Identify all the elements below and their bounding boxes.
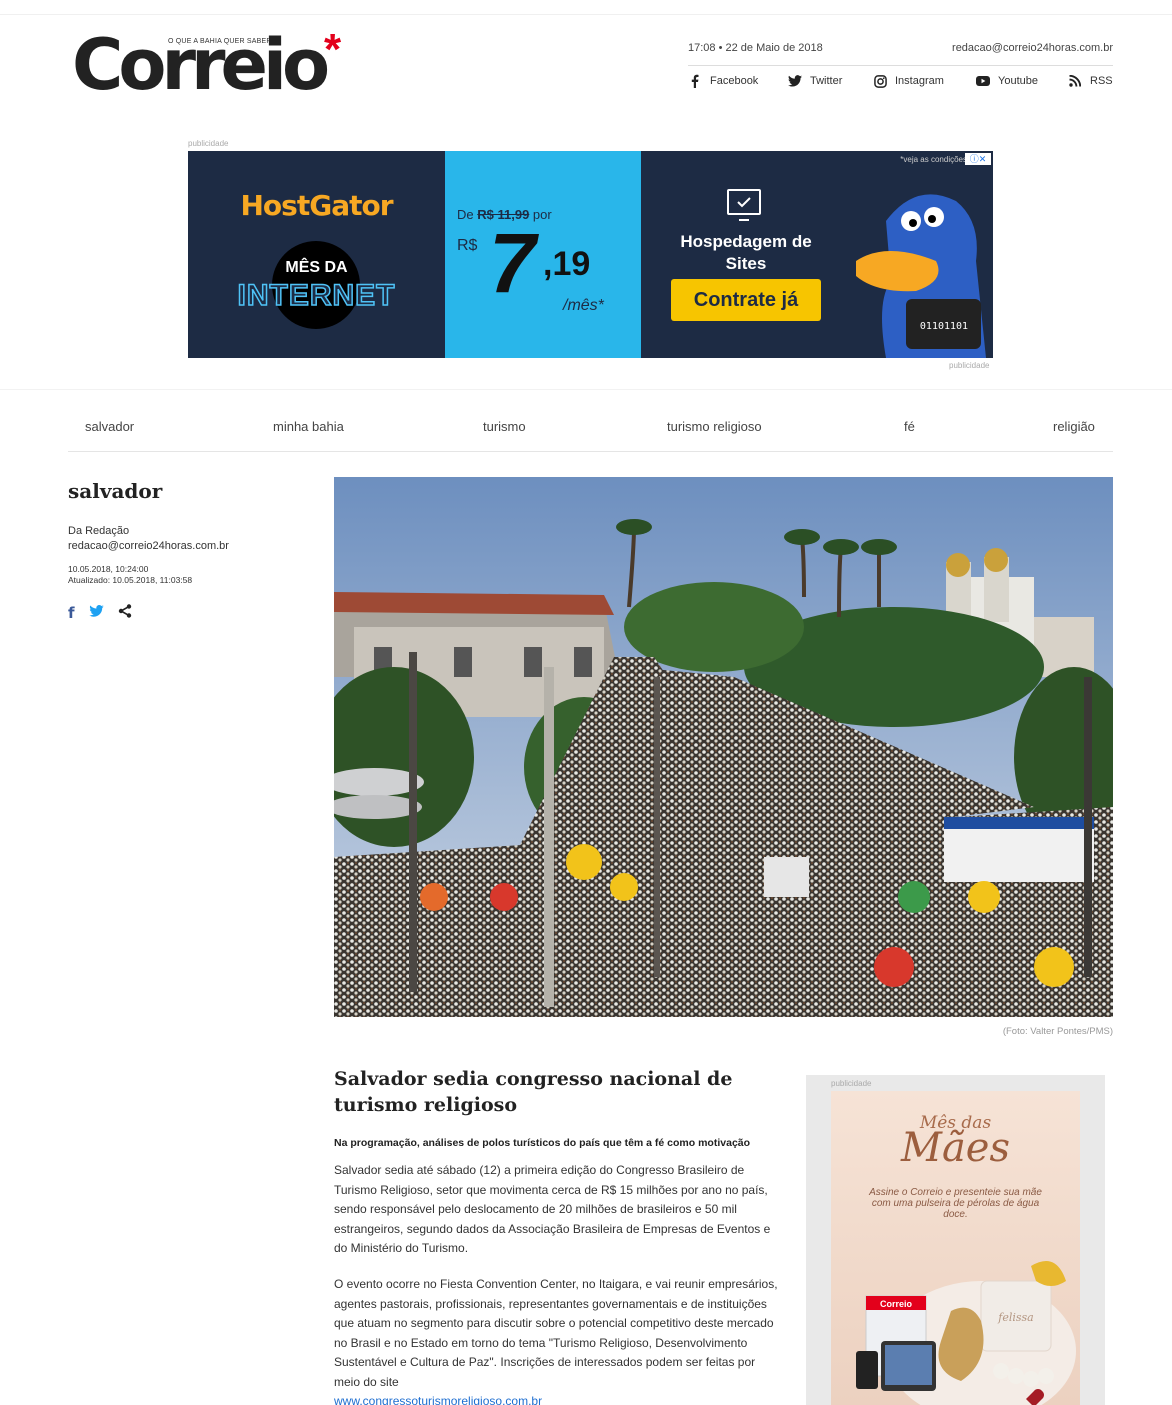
date-block: 10.05.2018, 10:24:00 Atualizado: 10.05.2…	[68, 564, 192, 586]
banner-promo-line1: MÊS DA	[285, 259, 348, 276]
header-datetime: 17:08 • 22 de Maio de 2018	[688, 42, 823, 54]
author-block: Da Redação redacao@correio24horas.com.br	[68, 524, 229, 554]
youtube-icon	[976, 74, 990, 88]
social-youtube[interactable]: Youtube	[976, 74, 1038, 88]
ad-close-icon[interactable]: ⓘ✕	[965, 153, 991, 165]
article-photo[interactable]	[334, 477, 1113, 1017]
article-subtitle: Na programação, análises de polos turíst…	[334, 1137, 751, 1149]
social-twitter[interactable]: Twitter	[788, 74, 842, 88]
photo-caption: (Foto: Valter Pontes/PMS)	[1002, 1026, 1113, 1037]
social-facebook[interactable]: Facebook	[688, 74, 758, 88]
social-links: Facebook Twitter Instagram Youtube RSS	[688, 74, 1113, 92]
nav-item-religiao[interactable]: religião	[1053, 419, 1095, 434]
article-title: Salvador sedia congresso nacional de tur…	[334, 1068, 733, 1116]
side-ad-title-big: Mães	[900, 1125, 1010, 1171]
ad-label-top: publicidade	[188, 139, 229, 148]
instagram-icon	[873, 74, 887, 88]
banner-conditions: *veja as condições	[900, 155, 967, 164]
facebook-icon	[688, 74, 702, 88]
mascot-shirt: 01101101	[920, 321, 968, 332]
section-divider	[0, 389, 1172, 390]
social-instagram[interactable]: Instagram	[873, 74, 944, 88]
gift-illustration: felissa Correio	[856, 1261, 1076, 1405]
published-date: 10.05.2018, 10:24:00	[68, 564, 149, 574]
social-instagram-label: Instagram	[895, 75, 944, 87]
social-youtube-label: Youtube	[998, 75, 1038, 87]
banner-brand-panel: HostGator MÊS DA INTERNET	[188, 151, 445, 358]
social-facebook-label: Facebook	[710, 75, 759, 87]
nav-item-fe[interactable]: fé	[904, 419, 915, 434]
header-meta: 17:08 • 22 de Maio de 2018 redacao@corre…	[688, 42, 1113, 66]
social-rss-label: RSS	[1090, 75, 1113, 87]
banner-price-period: /mês*	[563, 297, 604, 314]
gator-mascot-icon: 01101101	[856, 194, 986, 358]
article-link[interactable]: www.congressoturismoreligioso.com.br	[334, 1394, 542, 1405]
banner-price-int: 7	[489, 216, 536, 310]
category-nav: salvador minha bahia turismo turismo rel…	[68, 412, 1113, 452]
mag-brand: Correio	[880, 1299, 913, 1309]
side-ad-creative: Mês das Mães Assine o Correio e presente…	[831, 1091, 1080, 1405]
nav-item-turismo-religioso[interactable]: turismo religioso	[667, 419, 762, 434]
section-title: salvador	[68, 479, 163, 503]
author-email[interactable]: redacao@correio24horas.com.br	[68, 539, 229, 554]
banner-ad[interactable]: HostGator MÊS DA INTERNET De R$ 11,99 po…	[188, 151, 993, 358]
banner-product-panel: Hospedagem de Sites Contrate já *veja as…	[641, 151, 993, 358]
updated-date: Atualizado: 10.05.2018, 11:03:58	[68, 575, 193, 585]
banner-brand: HostGator	[240, 189, 393, 222]
social-rss[interactable]: RSS	[1068, 74, 1113, 88]
share-facebook-icon[interactable]: f	[68, 605, 75, 621]
header-email-link[interactable]: redacao@correio24horas.com.br	[952, 42, 1113, 54]
box-brand: felissa	[997, 1311, 1033, 1324]
share-icon[interactable]	[118, 604, 132, 622]
crowd-photo-illustration	[334, 477, 1113, 1017]
rss-icon	[1068, 74, 1082, 88]
banner-price-currency: R$	[457, 237, 478, 254]
twitter-icon	[788, 74, 802, 88]
nav-item-minha-bahia[interactable]: minha bahia	[273, 419, 344, 434]
share-twitter-icon[interactable]	[88, 605, 104, 621]
author-name: Da Redação	[68, 525, 130, 537]
side-ad-label: publicidade	[831, 1079, 872, 1088]
share-bar: f	[68, 604, 132, 622]
banner-cta-button[interactable]: Contrate já	[671, 279, 821, 321]
logo-wordmark: Correio	[72, 24, 330, 106]
banner-price-dec: ,19	[543, 245, 591, 283]
banner-price-panel: De R$ 11,99 por R$ 7 ,19 /mês*	[445, 151, 641, 358]
side-ad-text: Assine o Correio e presenteie sua mãe co…	[869, 1187, 1042, 1220]
ad-label-bottom: publicidade	[949, 361, 990, 370]
top-divider	[0, 14, 1172, 15]
article-paragraph-2: O evento ocorre no Fiesta Convention Cen…	[334, 1275, 784, 1405]
logo-star-icon: *	[324, 25, 342, 74]
nav-item-turismo[interactable]: turismo	[483, 419, 526, 434]
site-logo[interactable]: O QUE A BAHIA QUER SABER Correio *	[72, 24, 362, 106]
banner-promo-line2: INTERNET	[237, 278, 396, 313]
social-twitter-label: Twitter	[810, 75, 843, 87]
monitor-icon	[727, 189, 761, 221]
nav-item-salvador[interactable]: salvador	[85, 419, 134, 434]
side-ad[interactable]: publicidade Mês das Mães Assine o Correi…	[806, 1075, 1105, 1405]
banner-product: Hospedagem de Sites	[680, 232, 812, 273]
article-paragraph-1: Salvador sedia até sábado (12) a primeir…	[334, 1163, 771, 1255]
